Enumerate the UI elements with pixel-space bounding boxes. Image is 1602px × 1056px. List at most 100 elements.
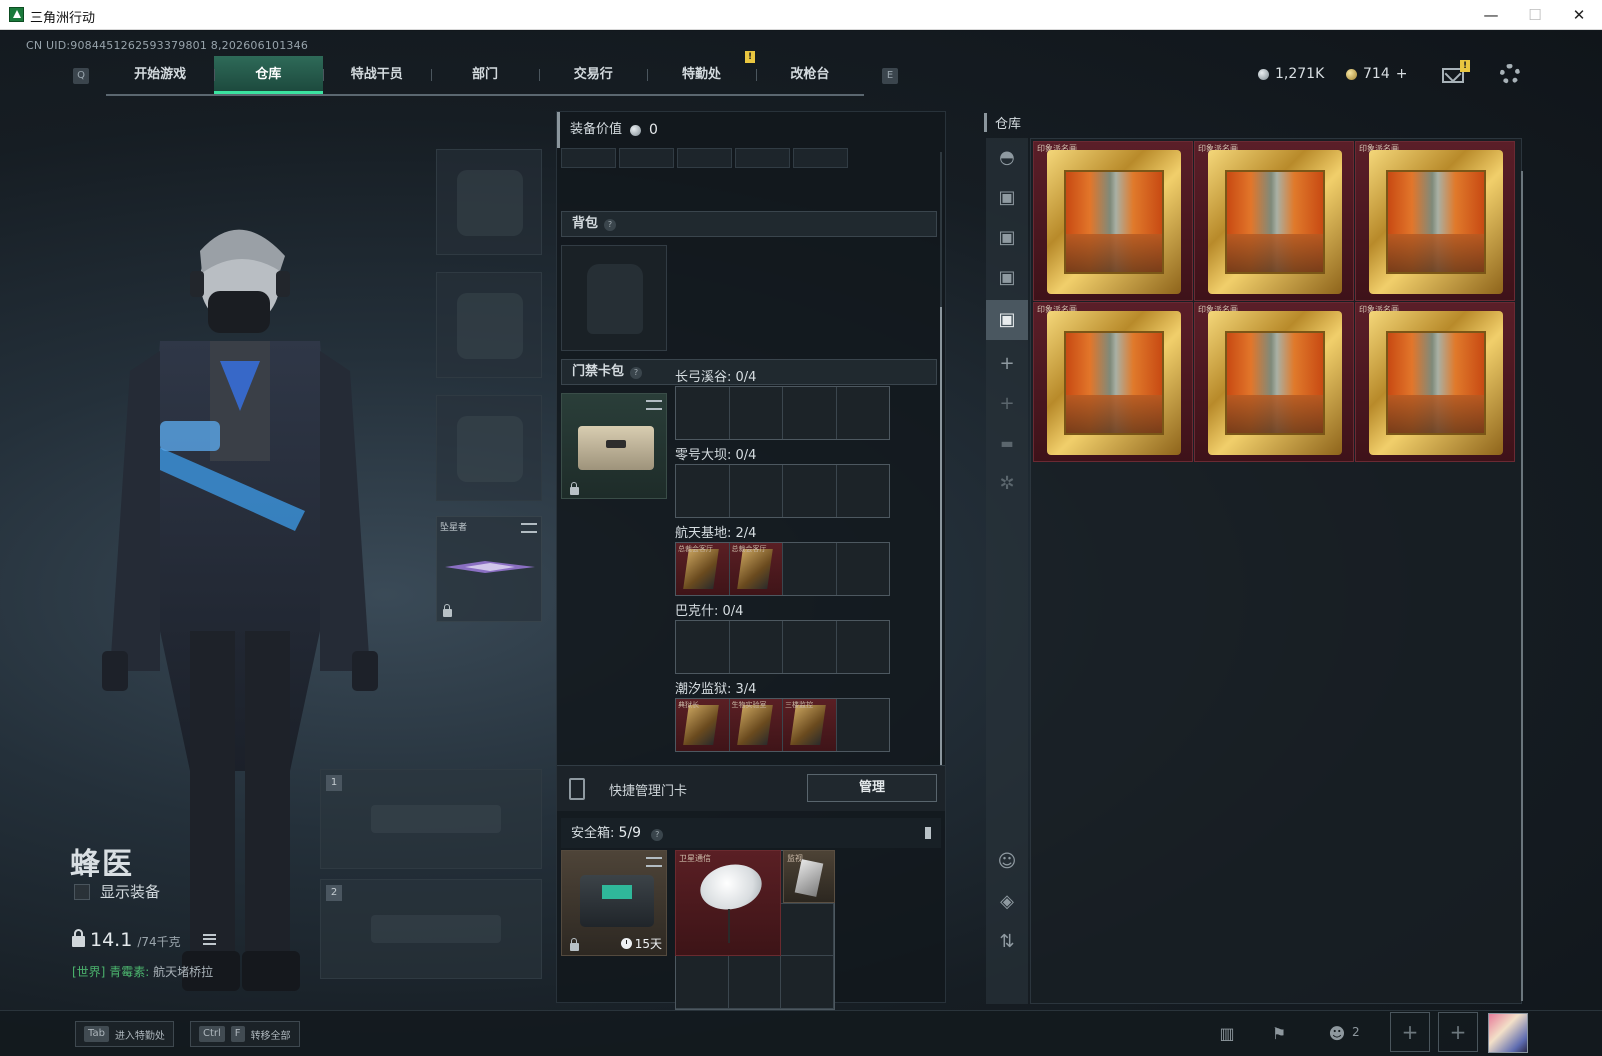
rig-slot[interactable] <box>619 148 674 168</box>
weight-details-icon[interactable] <box>203 934 216 945</box>
camera-icon[interactable]: ▣ <box>995 266 1019 290</box>
helmet-slot[interactable] <box>436 149 542 255</box>
helmet-icon[interactable]: ◓ <box>995 146 1019 170</box>
close-button[interactable]: ✕ <box>1556 0 1602 30</box>
keycard-item[interactable]: 总裁会客厅 <box>676 543 730 595</box>
tab-key: Tab <box>84 1026 109 1042</box>
camera-icon[interactable]: ▣ <box>995 226 1019 250</box>
manage-button[interactable]: 管理 <box>807 774 937 802</box>
minimize-button[interactable]: — <box>1468 0 1514 30</box>
safebox-cell[interactable] <box>676 956 729 1009</box>
keycard-item[interactable]: 生物实验室 <box>729 699 783 751</box>
plus-icon[interactable]: + <box>995 352 1019 376</box>
keycard-empty-slot[interactable] <box>783 465 837 517</box>
painting-canvas-icon <box>1064 331 1164 435</box>
add-team-slot[interactable]: + <box>1438 1012 1478 1052</box>
stats-icon[interactable]: ▥ <box>1216 1023 1238 1045</box>
rig-slot[interactable] <box>677 148 732 168</box>
layers-icon[interactable]: ◈ <box>995 890 1019 914</box>
painting-item[interactable]: 印象派名画 <box>1355 141 1515 301</box>
gold-currency[interactable]: 714 + <box>1346 66 1407 82</box>
keycard-empty-slot[interactable] <box>729 621 783 673</box>
backpack-slot[interactable] <box>561 245 667 351</box>
armor-slot[interactable] <box>436 272 542 378</box>
painting-item[interactable]: 印象派名画 <box>1194 141 1354 301</box>
pistol-slot[interactable] <box>436 395 542 501</box>
help-icon[interactable]: ? <box>604 219 617 231</box>
camera-active-icon[interactable]: ▣ <box>986 300 1028 340</box>
safebox-cell[interactable] <box>781 956 834 1009</box>
settings-gear-icon[interactable] <box>1500 64 1520 84</box>
lock-icon[interactable]: ▬ <box>995 432 1019 456</box>
transfer-all-hint[interactable]: Ctrl F 转移全部 <box>190 1021 300 1047</box>
painting-item[interactable]: 印象派名画 <box>1033 141 1193 301</box>
keycard-empty-slot[interactable] <box>676 387 730 439</box>
rig-slot[interactable] <box>793 148 848 168</box>
tab-special-services[interactable]: 特勤处 <box>647 56 755 94</box>
help-icon[interactable]: ? <box>630 367 643 379</box>
flag-icon[interactable]: ⚑ <box>1268 1023 1290 1045</box>
rig-slot[interactable] <box>561 148 616 168</box>
safebox-cell[interactable] <box>781 903 834 957</box>
loadout-scrollbar[interactable] <box>940 152 942 766</box>
add-gold-icon[interactable]: + <box>1396 66 1408 82</box>
tab-warehouse[interactable]: 仓库 <box>214 56 323 94</box>
help-icon[interactable]: ? <box>651 829 664 841</box>
keycard-empty-slot[interactable] <box>836 621 889 673</box>
sort-icon[interactable]: ⇅ <box>995 930 1019 954</box>
rig-slot[interactable] <box>735 148 790 168</box>
warehouse-scrollbar[interactable] <box>1521 171 1523 1001</box>
show-equipment-checkbox[interactable] <box>74 883 90 900</box>
tab-start-game[interactable]: 开始游戏 <box>106 56 214 94</box>
keycard-empty-slot[interactable] <box>836 543 889 595</box>
add-team-slot[interactable]: + <box>1390 1012 1430 1052</box>
keycard-empty-slot[interactable] <box>783 543 837 595</box>
keycard-empty-slot[interactable] <box>783 621 837 673</box>
swap-icon[interactable] <box>521 523 537 533</box>
enter-special-services-hint[interactable]: Tab 进入特勤处 <box>75 1021 174 1047</box>
keycard-empty-slot[interactable] <box>676 465 730 517</box>
keycard-empty-slot[interactable] <box>836 465 889 517</box>
tab-trade[interactable]: 交易行 <box>539 56 647 94</box>
gear-icon[interactable]: ✲ <box>995 472 1019 496</box>
keycard-slots <box>675 386 890 440</box>
keycard-item[interactable]: 总裁会客厅 <box>729 543 783 595</box>
gold-amount: 714 <box>1363 66 1390 82</box>
keycard-empty-slot[interactable] <box>676 621 730 673</box>
keycard-empty-slot[interactable] <box>729 465 783 517</box>
keycard-item[interactable]: 典狱长 <box>676 699 730 751</box>
keycard-item[interactable]: 三楼监控 <box>783 699 837 751</box>
friends-icon[interactable]: ☻ <box>1326 1023 1348 1045</box>
safebox-slot[interactable]: 15天 <box>561 850 667 956</box>
painting-item[interactable]: 印象派名画 <box>1355 302 1515 462</box>
keycard-empty-slot[interactable] <box>783 387 837 439</box>
keycard-case-slot[interactable] <box>561 393 667 499</box>
tab-gunsmith[interactable]: 改枪台 <box>755 56 864 94</box>
monitor-item[interactable]: 监视 <box>783 850 835 903</box>
keycard-empty-slot[interactable] <box>836 699 889 751</box>
safebox-header: 安全箱: 5/9 ? <box>561 818 941 848</box>
primary-weapon-slot[interactable]: 1 <box>320 769 542 869</box>
melee-slot[interactable]: 坠星者 <box>436 516 542 622</box>
tab-operators[interactable]: 特战干员 <box>322 56 431 94</box>
maximize-button[interactable]: ☐ <box>1512 0 1558 30</box>
avatar[interactable] <box>1488 1013 1528 1053</box>
camera-icon[interactable]: ▣ <box>995 186 1019 210</box>
person-icon[interactable]: ☺ <box>995 850 1019 874</box>
pin-icon[interactable] <box>925 827 931 839</box>
swap-icon[interactable] <box>646 400 662 410</box>
swap-icon[interactable] <box>646 857 662 867</box>
keycard-empty-slot[interactable] <box>836 387 889 439</box>
secondary-weapon-slot[interactable]: 2 <box>320 879 542 979</box>
safebox-cell[interactable] <box>728 956 782 1009</box>
plus-icon[interactable]: + <box>995 392 1019 416</box>
show-equipment-toggle[interactable]: 显示装备 <box>74 881 160 902</box>
keycard-map-group: 巴克什: 0/4 <box>675 600 890 674</box>
tab-department[interactable]: 部门 <box>430 56 539 94</box>
world-chat-line[interactable]: [世界] 青霉素: 航天堵桥拉 <box>72 963 213 980</box>
satellite-item[interactable]: 卫星通信 <box>675 850 781 956</box>
keycard-name: 总裁会客厅 <box>678 545 713 553</box>
painting-item[interactable]: 印象派名画 <box>1033 302 1193 462</box>
keycard-empty-slot[interactable] <box>729 387 783 439</box>
painting-item[interactable]: 印象派名画 <box>1194 302 1354 462</box>
